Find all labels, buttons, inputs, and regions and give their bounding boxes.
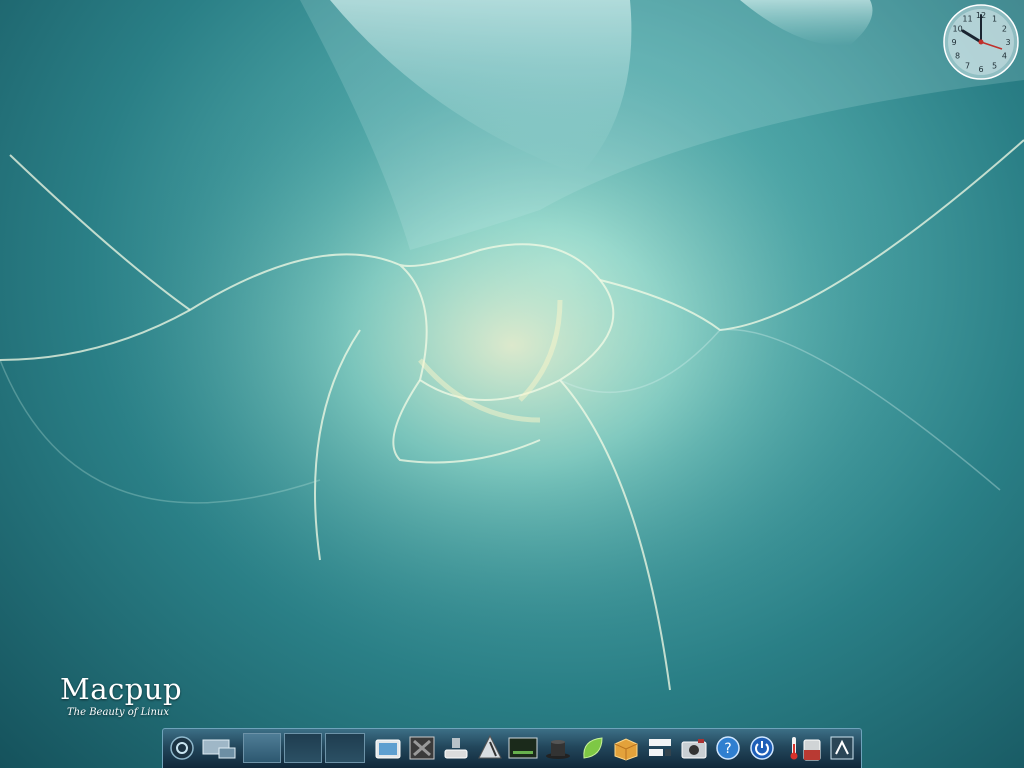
setup-icon[interactable] — [645, 733, 675, 763]
trash-icon[interactable] — [797, 733, 827, 763]
file-manager-icon[interactable] — [373, 733, 403, 763]
wallpaper-fractal — [0, 0, 1024, 768]
clock-numeral: 2 — [1002, 25, 1007, 34]
magic-hat-icon[interactable] — [543, 733, 573, 763]
desktop: 121234567891011 Macpup The Beauty of Lin… — [0, 0, 1024, 768]
clock-numeral: 4 — [1002, 52, 1007, 61]
leaf-icon[interactable] — [577, 733, 607, 763]
editor-icon[interactable] — [475, 733, 505, 763]
workspace-icon[interactable] — [827, 733, 857, 763]
clock-numeral: 10 — [953, 25, 963, 34]
clock-numeral: 5 — [992, 61, 997, 70]
svg-text:?: ? — [724, 741, 731, 757]
clock-numeral: 6 — [978, 65, 983, 74]
pager-desktop-3[interactable] — [325, 733, 365, 763]
drive-icon[interactable] — [441, 733, 471, 763]
clock-numeral: 7 — [965, 61, 970, 70]
workspace-switcher-icon[interactable] — [201, 733, 237, 763]
clock-numeral: 1 — [992, 15, 997, 24]
brand-name: Macpup — [60, 672, 183, 706]
brand-tagline: The Beauty of Linux — [67, 707, 169, 718]
pager-desktop-1[interactable] — [243, 733, 281, 763]
image-viewer-icon[interactable] — [407, 733, 437, 763]
branding: Macpup The Beauty of Linux — [60, 672, 200, 728]
taskbar-dock: ? — [162, 728, 862, 768]
help-icon[interactable]: ? — [713, 733, 743, 763]
package-icon[interactable] — [611, 733, 641, 763]
clock-numeral: 3 — [1005, 38, 1010, 47]
terminal-icon[interactable] — [507, 733, 539, 763]
power-icon[interactable] — [747, 733, 777, 763]
menu-orb-icon[interactable] — [167, 733, 197, 763]
clock-numeral: 8 — [955, 52, 960, 61]
pager-desktop-2[interactable] — [284, 733, 322, 763]
clock-numeral: 11 — [962, 15, 972, 24]
analog-clock: 121234567891011 — [943, 4, 1019, 80]
clock-numeral: 9 — [951, 38, 956, 47]
